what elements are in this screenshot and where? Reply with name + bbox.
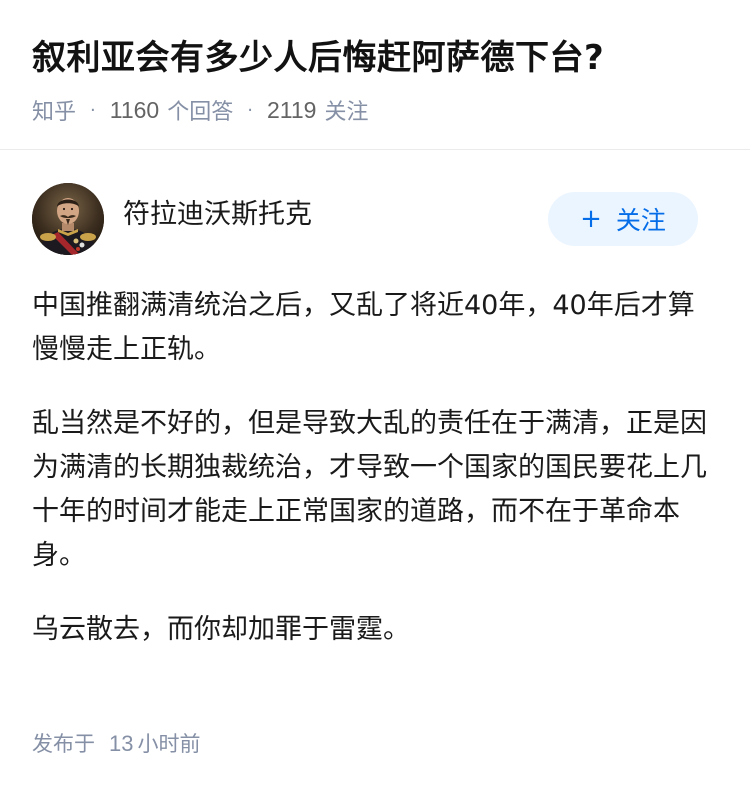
- answer-paragraph: 中国推翻满清统治之后，又乱了将近40年，40年后才算慢慢走上正轨。: [32, 290, 695, 365]
- meta-separator: ·: [90, 99, 96, 121]
- follower-count: 2119: [266, 96, 317, 123]
- follow-button-label: 关注: [615, 206, 666, 235]
- question-title[interactable]: 叙利亚会有多少人后悔赶阿萨德下台?: [32, 34, 604, 82]
- follow-button[interactable]: + 关注: [548, 192, 698, 246]
- answer-count-label: 个回答: [167, 100, 234, 125]
- publish-time[interactable]: 发布于 13 小时前: [32, 728, 200, 758]
- answer-count: 1160: [109, 96, 160, 123]
- time-unit: 小时前: [137, 732, 201, 756]
- author-row: 符拉迪沃斯托克 + 关注: [32, 183, 718, 255]
- answer-paragraph: 乱当然是不好的，但是导致大乱的责任在于满清，正是因为满清的长期独裁统治，才导致一…: [32, 408, 707, 571]
- author-name[interactable]: 符拉迪沃斯托克: [123, 197, 312, 233]
- avatar-portrait-graphic: [32, 183, 104, 255]
- portrait-avatar-icon[interactable]: [32, 183, 104, 255]
- published-label: 发布于: [32, 732, 95, 756]
- answer-paragraph: 乌云散去，而你却加罪于雷霆。: [32, 614, 410, 645]
- answer-body: 中国推翻满清统治之后，又乱了将近40年，40年后才算慢慢走上正轨。 乱当然是不好…: [32, 284, 718, 682]
- question-meta: 知乎 · 1160 个回答 · 2119 关注: [32, 94, 368, 126]
- source-label[interactable]: 知乎: [32, 94, 76, 126]
- meta-separator: ·: [247, 99, 253, 121]
- question-header: 叙利亚会有多少人后悔赶阿萨德下台? 知乎 · 1160 个回答 · 2119 关…: [0, 0, 750, 150]
- time-value: 13: [109, 731, 134, 756]
- follower-count-label: 关注: [324, 100, 369, 125]
- plus-icon: +: [580, 204, 602, 234]
